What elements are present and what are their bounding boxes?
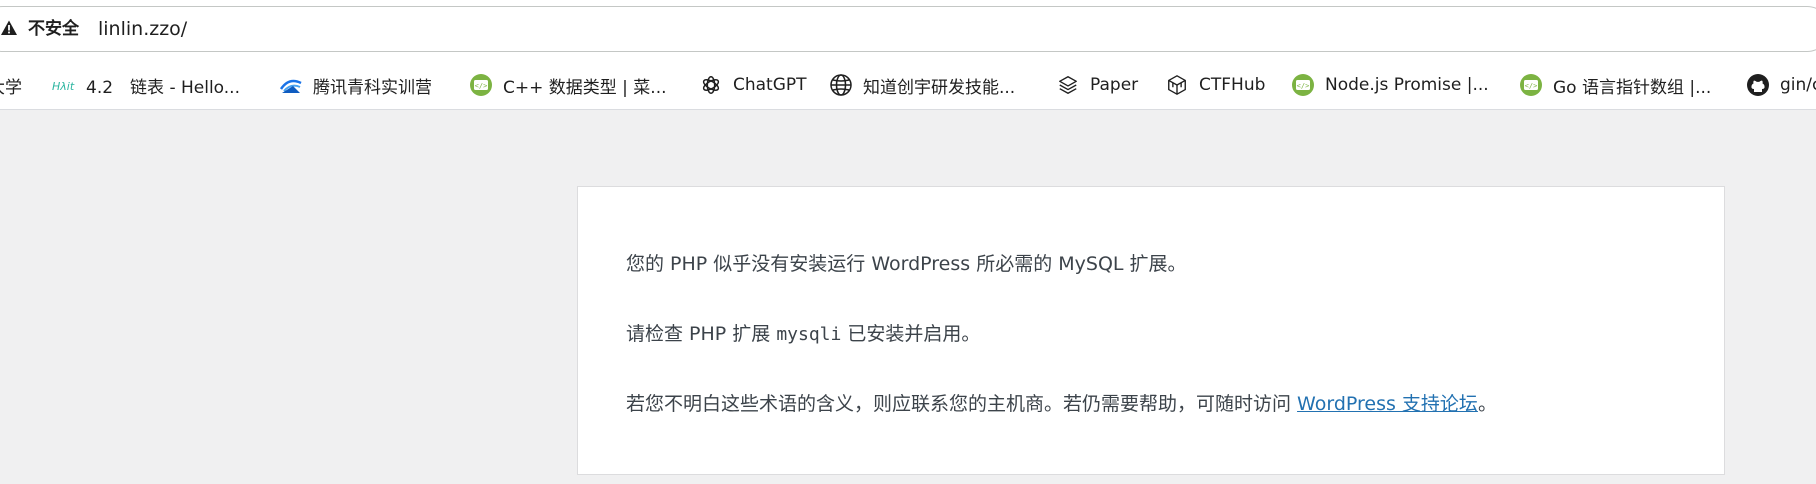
runoob-icon: </> (1519, 73, 1543, 97)
cube-icon (1165, 73, 1189, 97)
bookmark-item[interactable]: </> Node.js Promise |... (1291, 70, 1489, 100)
bookmark-label: CTFHub (1199, 75, 1266, 95)
runoob-icon: </> (469, 73, 493, 97)
warning-icon[interactable] (0, 19, 18, 37)
tencent-icon (279, 73, 303, 97)
error-message-line: 您的 PHP 似乎没有安装运行 WordPress 所必需的 MySQL 扩展。 (626, 253, 1187, 275)
bookmark-label: Paper (1090, 75, 1139, 95)
error-message-card: 您的 PHP 似乎没有安装运行 WordPress 所必需的 MySQL 扩展。… (577, 186, 1725, 475)
svg-text:</>: </> (475, 82, 488, 90)
bookmark-label: 知道创宇研发技能... (863, 77, 1016, 98)
runoob-icon: </> (1291, 73, 1315, 97)
github-icon (1746, 73, 1770, 97)
help-text: 若您不明白这些术语的含义，则应联系您的主机商。若仍需要帮助，可随时访问 (626, 393, 1298, 415)
address-bar-area: 不安全 linlin.zzo/ (0, 0, 1816, 60)
check-extension-line: 请检查 PHP 扩展 mysqli 已安装并启用。 (626, 321, 980, 348)
check-extension-suffix: 已安装并启用。 (841, 323, 981, 345)
globe-icon (829, 73, 853, 97)
layers-icon (1056, 73, 1080, 97)
security-status-label[interactable]: 不安全 (28, 18, 79, 40)
svg-text:</>: </> (1297, 82, 1310, 90)
bookmark-label: 4.2 链表 - Hello... (86, 77, 240, 98)
bookmark-item[interactable]: 腾讯青科实训营 (279, 70, 432, 100)
check-extension-text: 请检查 PHP 扩展 (626, 323, 777, 345)
bookmark-item[interactable]: Paper (1056, 70, 1138, 100)
hello-algo-icon: Hλit (52, 73, 76, 97)
bookmark-label: 腾讯青科实训营 (313, 77, 432, 98)
bookmark-label: Go 语言指针数组 |... (1553, 77, 1712, 98)
bookmarks-bar: 大学 Hλit 4.2 链表 - Hello... 腾讯青科实训营 (0, 60, 1816, 110)
bookmark-label: gin/c (1780, 75, 1816, 95)
url-text[interactable]: linlin.zzo/ (98, 17, 187, 41)
bookmark-item[interactable]: gin/c (1746, 70, 1816, 100)
bookmark-item[interactable]: </> C++ 数据类型 | 菜... (469, 70, 667, 100)
bookmark-item[interactable]: ChatGPT (699, 70, 807, 100)
bookmark-item[interactable]: CTFHub (1165, 70, 1265, 100)
bookmark-label: 大学 (0, 77, 22, 98)
omnibox[interactable] (0, 6, 1816, 52)
help-line: 若您不明白这些术语的含义，则应联系您的主机商。若仍需要帮助，可随时访问 Word… (626, 391, 1497, 417)
bookmark-label: Node.js Promise |... (1325, 75, 1489, 95)
svg-text:</>: </> (1525, 82, 1538, 90)
bookmark-item[interactable]: 知道创宇研发技能... (829, 70, 1015, 100)
bookmark-label: ChatGPT (733, 75, 807, 95)
svg-text:Hλit: Hλit (52, 80, 75, 93)
help-suffix: 。 (1477, 393, 1497, 415)
browser-window: 不安全 linlin.zzo/ 大学 Hλit 4.2 链表 - Hello..… (0, 0, 1816, 484)
bookmark-item[interactable]: </> Go 语言指针数组 |... (1519, 70, 1711, 100)
bookmark-label: C++ 数据类型 | 菜... (503, 77, 667, 98)
bookmark-item[interactable]: 大学 (0, 70, 22, 100)
extension-name-code: mysqli (776, 324, 842, 345)
support-forum-link[interactable]: WordPress 支持论坛 (1297, 393, 1478, 415)
bookmark-item[interactable]: Hλit 4.2 链表 - Hello... (52, 70, 240, 100)
openai-icon (699, 73, 723, 97)
